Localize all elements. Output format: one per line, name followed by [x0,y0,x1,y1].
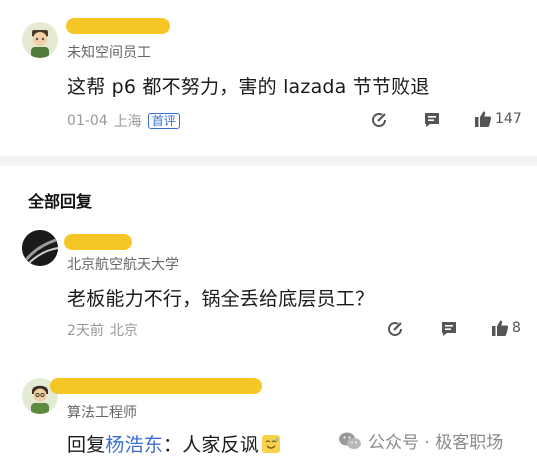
reply-text: 老板能力不行，锅全丢给底层员工？ [67,288,375,310]
comment-icon [442,322,456,336]
first-comment-badge: 首评 [147,113,180,129]
avatar-photo-icon [22,230,58,266]
thumbs-up-icon [492,320,509,336]
like-count: 8 [512,320,521,336]
comment-text: 这帮 p6 都不努力，害的 lazada 节节败退 [67,76,430,98]
share-icon [388,322,402,336]
user-title: 未知空间员工 [67,45,151,61]
reply-meta: 2天前 北京 [67,320,138,340]
watermark-text: 公众号 · 极客职场 [368,433,504,453]
reply-content: ：人家反讽 [163,434,260,456]
user-title: 北京航空航天大学 [67,257,179,273]
reply-date: 2天前 [67,323,104,339]
reply-location: 北京 [109,323,138,339]
redacted-username [66,18,170,34]
share-icon [372,113,386,127]
watermark: 公众号 · 极客职场 [338,428,503,453]
comment-date: 01-04 [67,113,108,129]
like-count: 147 [495,111,522,127]
comment-meta: 01-04 上海 首评 [67,111,180,131]
redacted-username [50,378,262,394]
like-button[interactable]: 147 [474,110,522,128]
thumbs-up-icon [475,111,492,127]
sweat-smile-emoji-icon [262,435,281,453]
reply-button[interactable] [423,111,441,129]
like-button[interactable]: 8 [491,319,521,337]
avatar[interactable] [22,230,58,266]
share-button[interactable] [386,320,404,338]
comment-icon [425,113,439,127]
redacted-username [64,234,132,250]
share-button[interactable] [370,111,388,129]
reply-prefix: 回复 [67,434,106,456]
avatar[interactable] [22,22,58,58]
avatar-cartoon-icon [22,22,58,58]
all-replies-heading: 全部回复 [28,192,93,211]
reply-text: 回复杨浩东：人家反讽 [67,430,281,457]
user-title: 算法工程师 [67,405,137,421]
wechat-icon [339,432,361,449]
reply-to-user-link[interactable]: 杨浩东 [105,434,163,456]
comment-location: 上海 [113,114,142,130]
reply-button[interactable] [440,320,458,338]
section-divider [0,156,537,166]
